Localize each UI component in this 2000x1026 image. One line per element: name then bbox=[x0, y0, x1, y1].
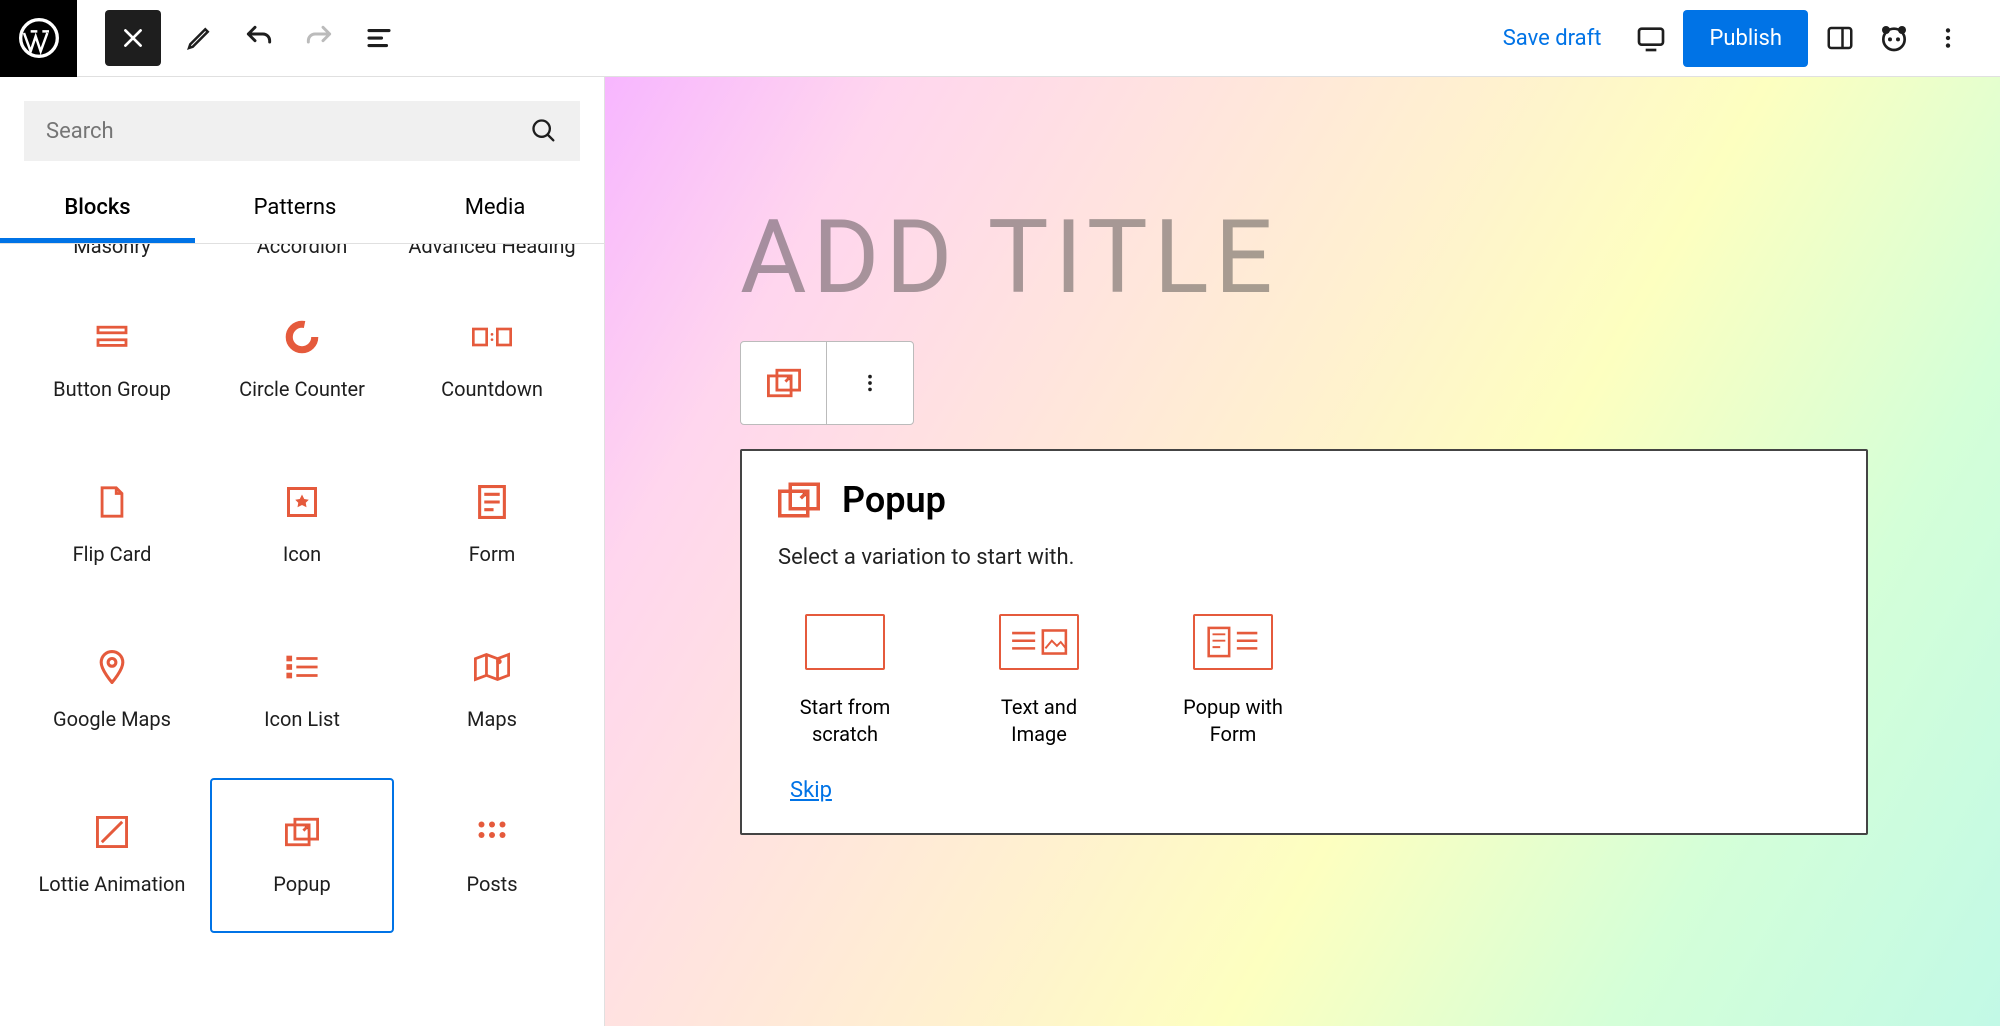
button-group-icon bbox=[95, 319, 129, 355]
block-more-button[interactable] bbox=[827, 342, 913, 424]
blank-variation-icon bbox=[805, 614, 885, 670]
maps-icon bbox=[474, 649, 510, 685]
block-advanced-heading[interactable]: Advanced Heading bbox=[400, 244, 584, 273]
block-google-maps[interactable]: Google Maps bbox=[20, 613, 204, 768]
block-flip-card[interactable]: Flip Card bbox=[20, 448, 204, 603]
undo-icon bbox=[243, 22, 275, 54]
panda-icon bbox=[1878, 22, 1910, 54]
redo-button[interactable] bbox=[297, 16, 341, 60]
popup-block-title: Popup bbox=[842, 479, 946, 521]
block-inserter-panel: Blocks Patterns Media Masonry Accordion … bbox=[0, 77, 605, 1026]
block-accordion[interactable]: Accordion bbox=[210, 244, 394, 273]
icon-block-icon bbox=[287, 484, 317, 520]
tab-media[interactable]: Media bbox=[395, 185, 595, 243]
popup-block-placeholder: Popup Select a variation to start with. … bbox=[740, 449, 1868, 835]
block-toolbar bbox=[740, 341, 914, 425]
pencil-icon bbox=[184, 23, 214, 53]
block-masonry[interactable]: Masonry bbox=[20, 244, 204, 273]
popup-icon bbox=[778, 482, 820, 518]
form-icon bbox=[478, 484, 506, 520]
block-icon-list[interactable]: Icon List bbox=[210, 613, 394, 768]
save-draft-button[interactable]: Save draft bbox=[1485, 16, 1620, 61]
popup-block-subtitle: Select a variation to start with. bbox=[778, 545, 1830, 570]
flip-card-icon bbox=[97, 484, 127, 520]
block-posts[interactable]: Posts bbox=[400, 778, 584, 933]
block-form[interactable]: Form bbox=[400, 448, 584, 603]
edit-tool-button[interactable] bbox=[177, 16, 221, 60]
close-icon bbox=[120, 25, 146, 51]
search-input[interactable] bbox=[46, 119, 530, 144]
block-countdown[interactable]: Countdown bbox=[400, 283, 584, 438]
countdown-icon bbox=[472, 319, 512, 355]
search-icon bbox=[530, 117, 558, 145]
sidebar-icon bbox=[1825, 23, 1855, 53]
wordpress-logo[interactable] bbox=[0, 0, 77, 77]
posts-icon bbox=[477, 814, 507, 850]
editor-canvas[interactable]: ADD TITLE Popup Select a variation to st… bbox=[605, 77, 2000, 1026]
variation-start-from-scratch[interactable]: Start from scratch bbox=[790, 614, 900, 748]
variation-text-and-image[interactable]: Text and Image bbox=[984, 614, 1094, 748]
popup-block-icon bbox=[285, 814, 319, 850]
toolbar-left bbox=[77, 10, 401, 66]
plugin-button[interactable] bbox=[1872, 16, 1916, 60]
skip-link[interactable]: Skip bbox=[778, 778, 1830, 803]
blocks-list: Masonry Accordion Advanced Heading Butto… bbox=[0, 244, 604, 1026]
preview-button[interactable] bbox=[1629, 16, 1673, 60]
wordpress-icon bbox=[19, 18, 59, 58]
toolbar-right: Save draft Publish bbox=[1485, 10, 2000, 67]
tab-blocks[interactable]: Blocks bbox=[0, 185, 195, 243]
editor-topbar: Save draft Publish bbox=[0, 0, 2000, 77]
close-inserter-button[interactable] bbox=[105, 10, 161, 66]
more-options-button[interactable] bbox=[1926, 16, 1970, 60]
tab-patterns[interactable]: Patterns bbox=[195, 185, 395, 243]
inserter-tabs: Blocks Patterns Media bbox=[0, 185, 604, 244]
text-image-variation-icon bbox=[999, 614, 1079, 670]
document-overview-button[interactable] bbox=[357, 16, 401, 60]
variation-popup-with-form[interactable]: Popup with Form bbox=[1178, 614, 1288, 748]
popup-variations: Start from scratch Text and Image Popup … bbox=[778, 614, 1830, 748]
publish-button[interactable]: Publish bbox=[1683, 10, 1808, 67]
block-popup[interactable]: Popup bbox=[210, 778, 394, 933]
block-lottie-animation[interactable]: Lottie Animation bbox=[20, 778, 204, 933]
circle-counter-icon bbox=[285, 319, 319, 355]
lottie-icon bbox=[96, 814, 128, 850]
block-circle-counter[interactable]: Circle Counter bbox=[210, 283, 394, 438]
icon-list-icon bbox=[285, 649, 319, 685]
settings-sidebar-toggle[interactable] bbox=[1818, 16, 1862, 60]
redo-icon bbox=[303, 22, 335, 54]
popup-icon bbox=[767, 368, 801, 398]
block-maps[interactable]: Maps bbox=[400, 613, 584, 768]
undo-button[interactable] bbox=[237, 16, 281, 60]
list-view-icon bbox=[364, 23, 394, 53]
google-maps-icon bbox=[99, 649, 125, 685]
block-icon[interactable]: Icon bbox=[210, 448, 394, 603]
form-variation-icon bbox=[1193, 614, 1273, 670]
editor-main: Blocks Patterns Media Masonry Accordion … bbox=[0, 77, 2000, 1026]
desktop-icon bbox=[1635, 22, 1667, 54]
dots-vertical-icon bbox=[1935, 25, 1961, 51]
post-title-placeholder[interactable]: ADD TITLE bbox=[740, 197, 1279, 317]
search-box[interactable] bbox=[24, 101, 580, 161]
dots-vertical-icon bbox=[859, 372, 881, 394]
block-button-group[interactable]: Button Group bbox=[20, 283, 204, 438]
block-type-button[interactable] bbox=[741, 342, 827, 424]
